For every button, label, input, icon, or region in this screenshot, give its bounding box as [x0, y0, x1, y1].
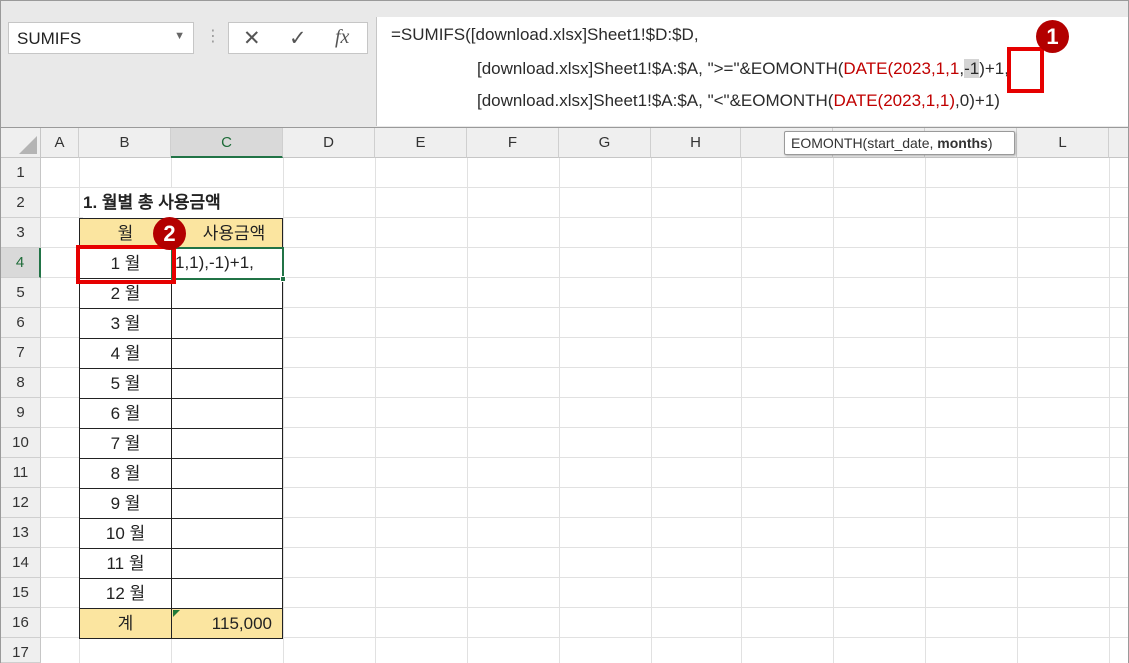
name-box[interactable]: SUMIFS ▼: [8, 22, 194, 54]
cell-c9[interactable]: [171, 398, 283, 429]
formula-text-date: DATE(2023,1,1: [843, 59, 960, 78]
cell-c12[interactable]: [171, 488, 283, 519]
row-header-1[interactable]: 1: [1, 158, 41, 188]
cell-c10[interactable]: [171, 428, 283, 459]
formula-text: )+1,: [979, 59, 1009, 78]
gridline: [559, 158, 560, 663]
row-header-9[interactable]: 9: [1, 398, 41, 428]
column-header-l[interactable]: L: [1017, 128, 1109, 158]
cell-b9[interactable]: 6 월: [79, 398, 172, 429]
row-header-17[interactable]: 17: [1, 638, 41, 663]
column-header-f[interactable]: F: [467, 128, 559, 158]
cell-b14[interactable]: 11 월: [79, 548, 172, 579]
insert-function-icon[interactable]: fx: [335, 26, 349, 49]
cell-b8[interactable]: 5 월: [79, 368, 172, 399]
cell-c11[interactable]: [171, 458, 283, 489]
cell-b11[interactable]: 8 월: [79, 458, 172, 489]
row-header-10[interactable]: 10: [1, 428, 41, 458]
error-indicator-icon: [173, 610, 180, 617]
tooltip-close-paren: ): [987, 135, 993, 151]
cell-c4-editing[interactable]: 1,1),-1)+1,: [171, 247, 284, 280]
select-all-corner[interactable]: [1, 128, 41, 158]
cell-c13[interactable]: [171, 518, 283, 549]
formula-text: [download.xlsx]Sheet1!$A:$A, "<"&EOMONTH…: [477, 91, 834, 110]
row-header-5[interactable]: 5: [1, 278, 41, 308]
column-header-c[interactable]: C: [171, 128, 283, 158]
cell-c6[interactable]: [171, 308, 283, 339]
row-header-13[interactable]: 13: [1, 518, 41, 548]
cell-c5[interactable]: [171, 278, 283, 309]
gridline: [741, 158, 742, 663]
gridline: [925, 158, 926, 663]
cell-c16-total-value[interactable]: 115,000: [171, 608, 283, 639]
name-box-value: SUMIFS: [17, 29, 82, 48]
formula-text-date: DATE(2023,1,1): [833, 91, 956, 110]
annotation-badge-1: 1: [1036, 20, 1069, 53]
row-header-12[interactable]: 12: [1, 488, 41, 518]
cell-b16-total-label[interactable]: 계: [79, 608, 172, 639]
gridline: [1017, 158, 1018, 663]
formula-text: )+1): [969, 91, 1000, 110]
gridline: [467, 158, 468, 663]
cell-b6[interactable]: 3 월: [79, 308, 172, 339]
gridline: [375, 158, 376, 663]
chevron-down-icon[interactable]: ▼: [174, 30, 185, 42]
row-header-8[interactable]: 8: [1, 368, 41, 398]
row-header-2[interactable]: 2: [1, 188, 41, 218]
cell-b2-title[interactable]: 1. 월별 총 사용금액: [83, 188, 283, 218]
tooltip-current-arg[interactable]: months: [937, 135, 988, 151]
formula-text: 0: [959, 91, 970, 110]
cell-c7[interactable]: [171, 338, 283, 369]
cell-c3-header-amount[interactable]: 사용금액: [171, 218, 283, 249]
formula-buttons: ✕ ✓ fx: [228, 22, 368, 54]
annotation-highlight-box-1: [1007, 47, 1044, 93]
row-header-16[interactable]: 16: [1, 608, 41, 638]
cell-b12[interactable]: 9 월: [79, 488, 172, 519]
column-header-a[interactable]: A: [41, 128, 79, 158]
annotation-highlight-box-2: [76, 245, 176, 284]
cell-b10[interactable]: 7 월: [79, 428, 172, 459]
annotation-badge-2: 2: [153, 217, 186, 250]
cell-b7[interactable]: 4 월: [79, 338, 172, 369]
formula-line-3: [download.xlsx]Sheet1!$A:$A, "<"&EOMONTH…: [477, 91, 1000, 111]
enter-icon[interactable]: ✓: [289, 26, 307, 51]
formula-line-1: =SUMIFS([download.xlsx]Sheet1!$D:$D,: [391, 25, 699, 45]
spreadsheet-grid[interactable]: A B C D E F G H I J K L 1 2 3 4 5 6 7 8 …: [0, 128, 1129, 663]
column-header-b[interactable]: B: [79, 128, 171, 158]
cell-b15[interactable]: 12 월: [79, 578, 172, 609]
row-header-4[interactable]: 4: [1, 248, 41, 278]
gridline: [651, 158, 652, 663]
row-header-6[interactable]: 6: [1, 308, 41, 338]
tooltip-function: EOMONTH(start_date,: [791, 135, 938, 151]
fill-handle[interactable]: [280, 276, 286, 282]
gridline: [1109, 158, 1110, 663]
cancel-icon[interactable]: ✕: [243, 26, 261, 51]
formula-text: [download.xlsx]Sheet1!$A:$A, ">="&EOMONT…: [477, 59, 844, 78]
formula-text: =SUMIFS([download.xlsx]Sheet1!$D:$D,: [391, 25, 699, 44]
column-header-e[interactable]: E: [375, 128, 467, 158]
column-header-m[interactable]: [1109, 128, 1128, 158]
gridline: [283, 158, 284, 663]
gridline: [833, 158, 834, 663]
row-header-15[interactable]: 15: [1, 578, 41, 608]
cell-b13[interactable]: 10 월: [79, 518, 172, 549]
function-tooltip[interactable]: EOMONTH(start_date, months): [784, 131, 1015, 155]
formula-text-months-arg: -1: [964, 59, 980, 78]
formula-line-2: [download.xlsx]Sheet1!$A:$A, ">="&EOMONT…: [477, 59, 1009, 79]
column-header-d[interactable]: D: [283, 128, 375, 158]
more-options-icon[interactable]: ⋮: [205, 22, 221, 54]
cell-c14[interactable]: [171, 548, 283, 579]
cell-c15[interactable]: [171, 578, 283, 609]
column-header-g[interactable]: G: [559, 128, 651, 158]
row-header-3[interactable]: 3: [1, 218, 41, 248]
row-header-7[interactable]: 7: [1, 338, 41, 368]
cell-c8[interactable]: [171, 368, 283, 399]
row-header-11[interactable]: 11: [1, 458, 41, 488]
column-header-h[interactable]: H: [651, 128, 741, 158]
row-header-14[interactable]: 14: [1, 548, 41, 578]
